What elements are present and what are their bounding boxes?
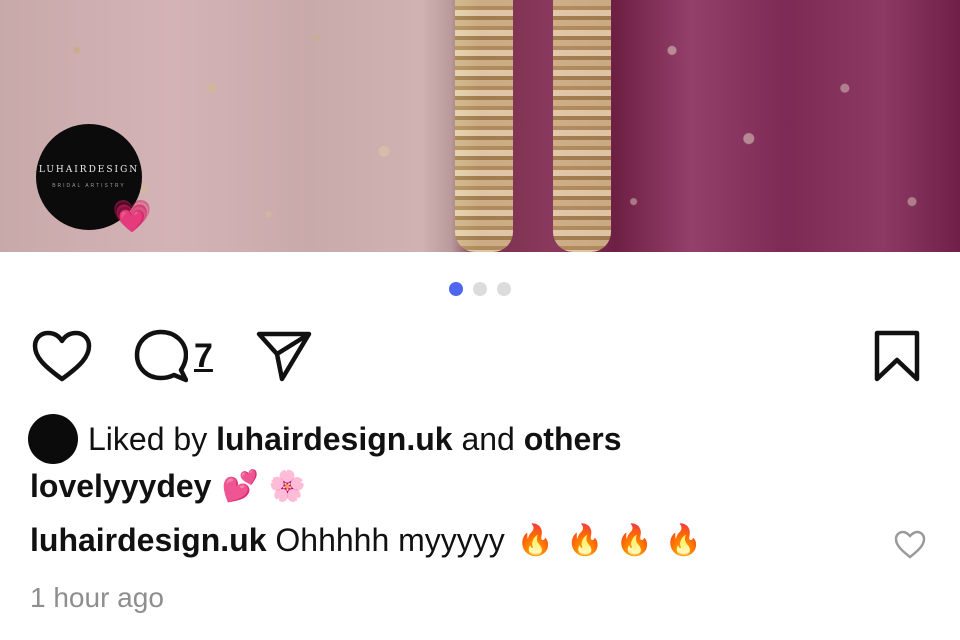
comment-count[interactable]: 7: [194, 337, 213, 376]
two-hearts-emoji: 💕: [221, 470, 259, 503]
fire-emoji: 🔥: [664, 524, 703, 557]
caption: lovelyyydey 💕 🌸: [30, 468, 306, 505]
heart-outline-icon: [32, 330, 92, 382]
fire-emoji: 🔥: [566, 524, 604, 557]
comment-username[interactable]: luhairdesign.uk: [30, 522, 266, 559]
paper-plane-icon: [256, 331, 312, 382]
fire-emoji: 🔥: [516, 524, 555, 557]
badge-subtitle: BRIDAL ARTISTRY: [52, 183, 126, 189]
small-heart-outline-icon: [894, 530, 926, 559]
save-button[interactable]: [874, 328, 920, 384]
likes-summary[interactable]: Liked by luhairdesign.uk and others: [28, 414, 622, 464]
likes-prefix: Liked by: [88, 420, 208, 457]
fire-emoji: 🔥: [615, 524, 653, 557]
carousel-indicator: [0, 282, 960, 296]
carousel-dot-active: [449, 282, 463, 296]
comment-row: luhairdesign.uk Ohhhhh myyyyy 🔥 🔥 🔥 🔥: [30, 522, 930, 559]
action-bar: 7: [32, 328, 928, 384]
liker-username[interactable]: luhairdesign.uk: [216, 421, 452, 458]
comment-text: Ohhhhh myyyyy: [275, 522, 505, 558]
heart-sticker-icon: 💗: [112, 198, 152, 234]
bookmark-icon: [874, 330, 920, 382]
comment-bubble-icon: [134, 329, 188, 383]
badge-brand-text: LUHAIRDESIGN: [38, 165, 140, 175]
embroidery-border-right: [553, 0, 611, 252]
post-timestamp: 1 hour ago: [30, 582, 164, 613]
liker-avatar[interactable]: [28, 414, 78, 464]
carousel-dot: [473, 282, 487, 296]
likes-others-link[interactable]: others: [524, 421, 622, 458]
likes-joiner: and: [461, 420, 515, 457]
like-button[interactable]: [32, 328, 92, 384]
comment-like-button[interactable]: [894, 530, 926, 562]
comment-button[interactable]: 7: [134, 328, 213, 384]
carousel-dot: [497, 282, 511, 296]
share-button[interactable]: [256, 328, 312, 384]
caption-username[interactable]: lovelyyydey: [30, 468, 211, 505]
cherry-blossom-emoji: 🌸: [268, 470, 307, 503]
embroidery-border-left: [455, 0, 513, 252]
